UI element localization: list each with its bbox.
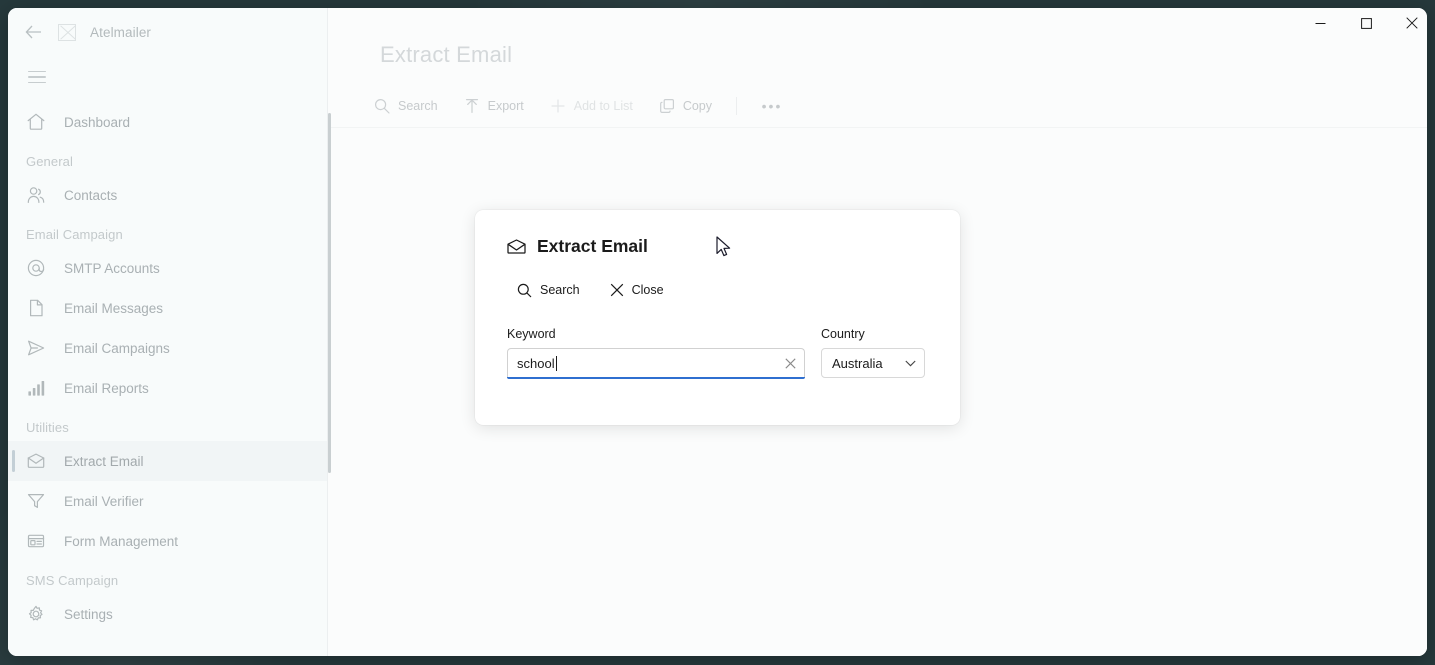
sidebar-item-label: SMTP Accounts — [64, 260, 160, 276]
funnel-icon — [26, 491, 46, 511]
sidebar-item-label: Contacts — [64, 187, 118, 203]
sidebar-item-label: Settings — [64, 606, 113, 622]
results-canvas: Extract Email Search Close Keyword schoo… — [328, 128, 1427, 656]
sidebar-item-label: Email Campaigns — [64, 340, 170, 356]
keyword-field-group: Keyword school — [507, 327, 805, 379]
sidebar-item-email-messages[interactable]: Email Messages — [8, 288, 327, 328]
search-icon — [517, 283, 532, 298]
envelope-icon — [507, 239, 526, 254]
toolbar-divider — [736, 96, 738, 115]
hamburger-icon[interactable] — [8, 56, 327, 98]
sidebar-item-label: Form Management — [64, 533, 179, 549]
text-caret — [555, 356, 557, 371]
keyword-input-value: school — [517, 356, 555, 371]
main-content: Extract Email Search Export Add to List Cop… — [328, 8, 1427, 656]
dialog-search-button[interactable]: Search — [507, 275, 590, 305]
app-window: Atelmailer Dashboard General Contacts Email… — [8, 8, 1427, 656]
keyword-input[interactable]: school — [507, 348, 805, 379]
dialog-title-text: Extract Email — [537, 236, 648, 256]
clear-x-icon[interactable] — [782, 356, 798, 372]
toolbar-button-label: Export — [487, 98, 524, 113]
toolbar-button-label: Search — [398, 98, 438, 113]
toolbar-add-to-list-button: Add to List — [538, 90, 645, 122]
sidebar-item-label: Extract Email — [64, 453, 144, 469]
home-icon — [26, 112, 46, 132]
back-arrow-icon[interactable] — [22, 21, 44, 43]
keyword-label: Keyword — [507, 327, 556, 341]
sidebar-scrollbar-thumb[interactable] — [328, 113, 331, 473]
close-icon[interactable] — [1389, 0, 1435, 46]
sidebar-item-email-campaigns[interactable]: Email Campaigns — [8, 328, 327, 368]
sidebar-item-email-reports[interactable]: Email Reports — [8, 368, 327, 408]
sidebar-item-extract-email[interactable]: Extract Email — [8, 441, 327, 481]
sidebar-section-general: General — [26, 154, 73, 169]
dialog-close-label: Close — [631, 283, 664, 297]
copy-icon — [659, 98, 675, 114]
country-select-value: Australia — [832, 355, 883, 371]
sidebar-header: Atelmailer — [8, 8, 327, 56]
toolbar: Search Export Add to List Copy ••• — [328, 84, 1427, 128]
people-icon — [26, 185, 46, 205]
country-select[interactable]: Australia — [821, 348, 925, 378]
toolbar-button-label: Copy — [682, 98, 713, 113]
dialog-close-button[interactable]: Close — [600, 275, 674, 305]
dialog-title: Extract Email — [507, 236, 928, 257]
dialog-search-label: Search — [540, 283, 580, 297]
sidebar-item-label: Email Messages — [64, 300, 164, 316]
toolbar-copy-button[interactable]: Copy — [647, 90, 724, 122]
close-icon — [610, 283, 624, 297]
gear-icon — [26, 604, 46, 624]
sidebar-nav: Dashboard General Contacts Email Campaign SM… — [8, 98, 327, 656]
dialog-actions: Search Close — [507, 275, 928, 305]
brand-name: Atelmailer — [90, 24, 152, 40]
toolbar-export-button[interactable]: Export — [452, 90, 536, 122]
sidebar-item-label: Dashboard — [64, 114, 131, 130]
sidebar-section-sms-campaign: SMS Campaign — [26, 573, 119, 588]
window-controls — [1297, 0, 1435, 46]
sidebar-section-utilities: Utilities — [26, 420, 69, 435]
sidebar-item-form-management[interactable]: Form Management — [8, 521, 327, 561]
sidebar-item-label: Email Reports — [64, 380, 149, 396]
toolbar-search-button[interactable]: Search — [362, 90, 450, 122]
toolbar-overflow-button[interactable]: ••• — [755, 91, 789, 121]
extract-email-dialog: Extract Email Search Close Keyword schoo… — [475, 210, 960, 425]
form-icon — [26, 531, 46, 551]
dialog-fields: Keyword school Country Australia — [507, 327, 928, 379]
sidebar-item-contacts[interactable]: Contacts — [8, 175, 327, 215]
sidebar-item-label: Email Verifier — [64, 493, 144, 509]
broken-image-icon — [58, 23, 76, 41]
at-icon — [26, 258, 46, 278]
sidebar-section-email-campaign: Email Campaign — [26, 227, 123, 242]
chevron-down-icon — [905, 360, 916, 367]
search-icon — [374, 98, 390, 114]
export-icon — [464, 98, 480, 114]
sidebar-scrollbar[interactable] — [328, 113, 331, 473]
toolbar-button-label: Add to List — [573, 98, 633, 113]
country-label: Country — [821, 327, 865, 341]
plus-icon — [550, 98, 566, 114]
document-icon — [26, 298, 46, 318]
sidebar-item-email-verifier[interactable]: Email Verifier — [8, 481, 327, 521]
page-title: Extract Email — [380, 42, 513, 67]
sidebar: Atelmailer Dashboard General Contacts Email… — [8, 8, 328, 656]
send-icon — [26, 338, 46, 358]
envelope-icon — [26, 451, 46, 471]
sidebar-item-dashboard[interactable]: Dashboard — [8, 102, 327, 142]
sidebar-item-settings[interactable]: Settings — [8, 594, 327, 634]
sidebar-item-smtp-accounts[interactable]: SMTP Accounts — [8, 248, 327, 288]
country-field-group: Country Australia — [821, 327, 925, 378]
maximize-icon[interactable] — [1343, 0, 1389, 46]
bar-chart-icon — [26, 378, 46, 398]
minimize-icon[interactable] — [1297, 0, 1343, 46]
